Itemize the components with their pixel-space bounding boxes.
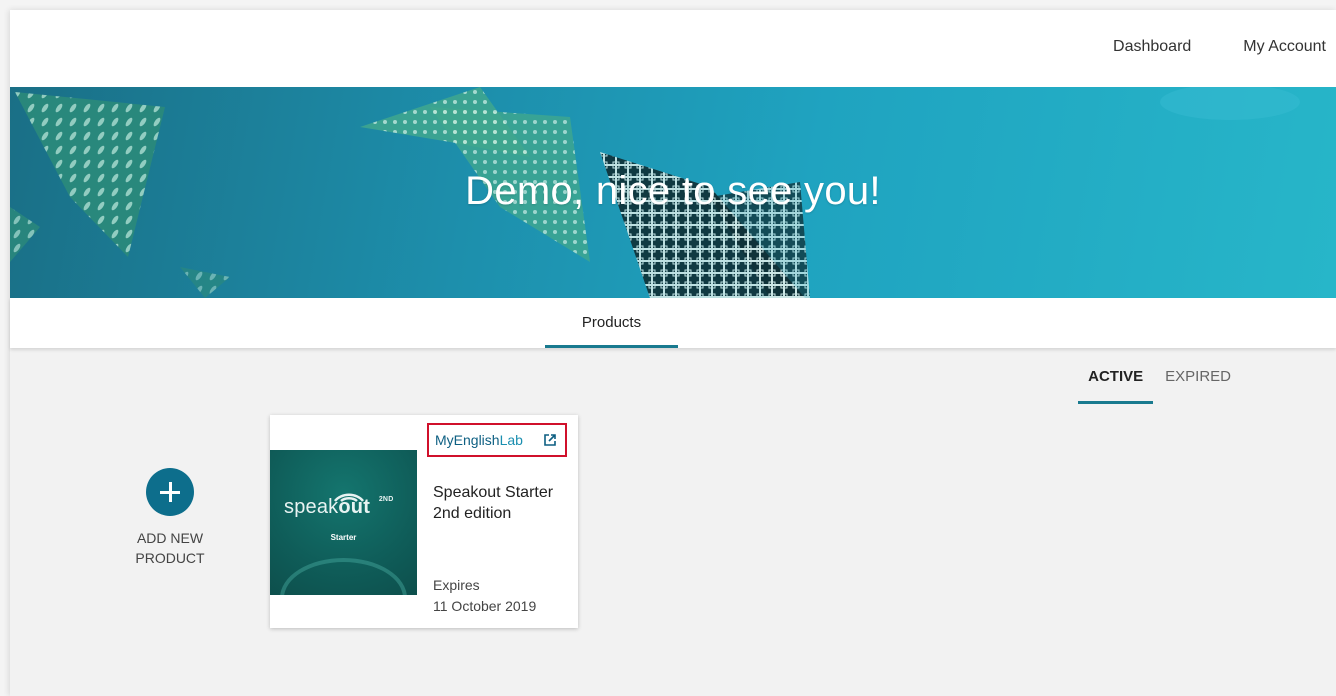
myenglishlab-link-highlight[interactable]: MyEnglishLab [427, 423, 567, 457]
external-link-icon[interactable] [543, 433, 557, 447]
hero-greeting: Demo, nice to see you! [465, 169, 881, 213]
cover-title: speakout 2ND [284, 496, 394, 518]
app-frame: Dashboard My Account Demo, nice to see y… [10, 10, 1336, 696]
tab-products[interactable]: Products [545, 298, 678, 348]
filter-expired[interactable]: EXPIRED [1165, 368, 1231, 404]
expires-label: Expires [433, 577, 480, 593]
plus-icon[interactable] [146, 468, 194, 516]
nav-my-account-link[interactable]: My Account [1243, 38, 1326, 56]
add-new-product-button[interactable]: ADD NEW PRODUCT [125, 468, 215, 568]
expires-date: 11 October 2019 [433, 598, 537, 614]
tabs-bar: Products [10, 298, 1336, 348]
filter-active[interactable]: ACTIVE [1078, 368, 1154, 404]
product-title[interactable]: Speakout Starter 2nd edition [433, 482, 573, 524]
top-bar: Dashboard My Account [10, 10, 1336, 87]
add-new-product-label: ADD NEW PRODUCT [135, 530, 205, 566]
hero-banner: Demo, nice to see you! [10, 87, 1336, 298]
product-card[interactable]: speakout 2ND Starter MyEnglishLab Speako… [270, 415, 578, 628]
nav-dashboard-link[interactable]: Dashboard [1113, 38, 1191, 56]
cover-ring-decoration [280, 558, 407, 595]
product-expiry: Expires 11 October 2019 [433, 575, 536, 617]
top-nav: Dashboard My Account [1113, 38, 1326, 56]
myenglishlab-link[interactable]: MyEnglishLab [435, 432, 523, 448]
product-filter: ACTIVE EXPIRED [1078, 368, 1231, 404]
cover-subtitle: Starter [330, 533, 357, 542]
product-cover-image[interactable]: speakout 2ND Starter [270, 450, 417, 595]
